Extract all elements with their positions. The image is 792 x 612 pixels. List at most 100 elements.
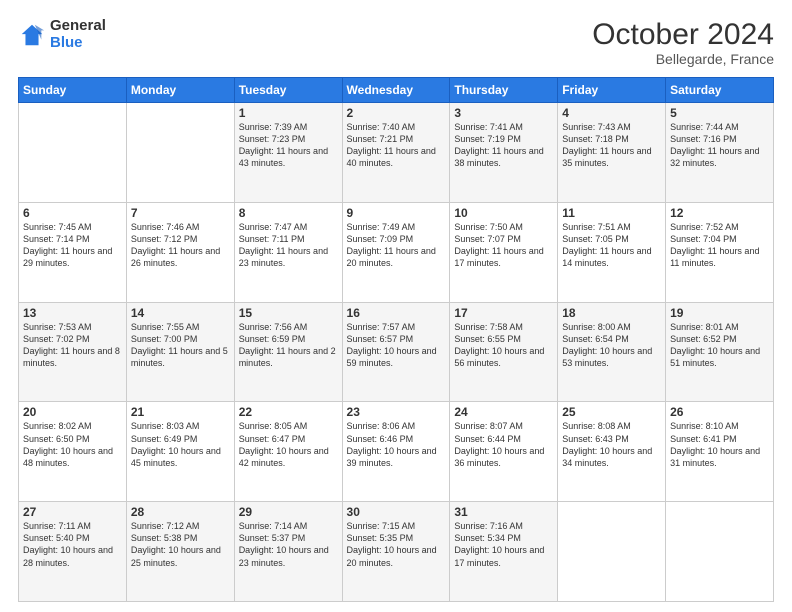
calendar-cell: [126, 103, 234, 203]
cell-content: Sunrise: 7:15 AMSunset: 5:35 PMDaylight:…: [347, 520, 446, 569]
weekday-header-monday: Monday: [126, 78, 234, 103]
calendar-cell: 6Sunrise: 7:45 AMSunset: 7:14 PMDaylight…: [19, 202, 127, 302]
cell-content: Sunrise: 7:57 AMSunset: 6:57 PMDaylight:…: [347, 321, 446, 370]
calendar-cell: 25Sunrise: 8:08 AMSunset: 6:43 PMDayligh…: [558, 402, 666, 502]
day-number: 14: [131, 306, 230, 320]
location: Bellegarde, France: [592, 51, 774, 67]
day-number: 9: [347, 206, 446, 220]
cell-content: Sunrise: 8:08 AMSunset: 6:43 PMDaylight:…: [562, 420, 661, 469]
day-number: 27: [23, 505, 122, 519]
cell-content: Sunrise: 8:10 AMSunset: 6:41 PMDaylight:…: [670, 420, 769, 469]
weekday-header-row: SundayMondayTuesdayWednesdayThursdayFrid…: [19, 78, 774, 103]
cell-content: Sunrise: 7:16 AMSunset: 5:34 PMDaylight:…: [454, 520, 553, 569]
day-number: 28: [131, 505, 230, 519]
calendar-cell: 18Sunrise: 8:00 AMSunset: 6:54 PMDayligh…: [558, 302, 666, 402]
calendar-cell: 26Sunrise: 8:10 AMSunset: 6:41 PMDayligh…: [666, 402, 774, 502]
day-number: 17: [454, 306, 553, 320]
calendar-body: 1Sunrise: 7:39 AMSunset: 7:23 PMDaylight…: [19, 103, 774, 602]
calendar-header: SundayMondayTuesdayWednesdayThursdayFrid…: [19, 78, 774, 103]
day-number: 19: [670, 306, 769, 320]
calendar-cell: 27Sunrise: 7:11 AMSunset: 5:40 PMDayligh…: [19, 502, 127, 602]
weekday-header-tuesday: Tuesday: [234, 78, 342, 103]
day-number: 12: [670, 206, 769, 220]
day-number: 29: [239, 505, 338, 519]
day-number: 10: [454, 206, 553, 220]
logo-icon: [18, 21, 46, 49]
cell-content: Sunrise: 8:03 AMSunset: 6:49 PMDaylight:…: [131, 420, 230, 469]
cell-content: Sunrise: 7:49 AMSunset: 7:09 PMDaylight:…: [347, 221, 446, 270]
day-number: 16: [347, 306, 446, 320]
calendar-cell: 11Sunrise: 7:51 AMSunset: 7:05 PMDayligh…: [558, 202, 666, 302]
calendar-cell: 8Sunrise: 7:47 AMSunset: 7:11 PMDaylight…: [234, 202, 342, 302]
cell-content: Sunrise: 7:12 AMSunset: 5:38 PMDaylight:…: [131, 520, 230, 569]
calendar-cell: 7Sunrise: 7:46 AMSunset: 7:12 PMDaylight…: [126, 202, 234, 302]
day-number: 31: [454, 505, 553, 519]
calendar-cell: 14Sunrise: 7:55 AMSunset: 7:00 PMDayligh…: [126, 302, 234, 402]
cell-content: Sunrise: 7:58 AMSunset: 6:55 PMDaylight:…: [454, 321, 553, 370]
day-number: 21: [131, 405, 230, 419]
logo-general-text: General: [50, 18, 106, 35]
calendar-cell: 4Sunrise: 7:43 AMSunset: 7:18 PMDaylight…: [558, 103, 666, 203]
day-number: 30: [347, 505, 446, 519]
cell-content: Sunrise: 7:43 AMSunset: 7:18 PMDaylight:…: [562, 121, 661, 170]
title-block: October 2024 Bellegarde, France: [592, 18, 774, 67]
cell-content: Sunrise: 7:41 AMSunset: 7:19 PMDaylight:…: [454, 121, 553, 170]
calendar-cell: 28Sunrise: 7:12 AMSunset: 5:38 PMDayligh…: [126, 502, 234, 602]
week-row-3: 13Sunrise: 7:53 AMSunset: 7:02 PMDayligh…: [19, 302, 774, 402]
day-number: 20: [23, 405, 122, 419]
day-number: 23: [347, 405, 446, 419]
cell-content: Sunrise: 8:00 AMSunset: 6:54 PMDaylight:…: [562, 321, 661, 370]
day-number: 5: [670, 106, 769, 120]
weekday-header-wednesday: Wednesday: [342, 78, 450, 103]
calendar-cell: 19Sunrise: 8:01 AMSunset: 6:52 PMDayligh…: [666, 302, 774, 402]
day-number: 4: [562, 106, 661, 120]
cell-content: Sunrise: 7:11 AMSunset: 5:40 PMDaylight:…: [23, 520, 122, 569]
calendar-cell: [558, 502, 666, 602]
calendar-cell: 16Sunrise: 7:57 AMSunset: 6:57 PMDayligh…: [342, 302, 450, 402]
cell-content: Sunrise: 8:05 AMSunset: 6:47 PMDaylight:…: [239, 420, 338, 469]
week-row-4: 20Sunrise: 8:02 AMSunset: 6:50 PMDayligh…: [19, 402, 774, 502]
calendar-cell: [19, 103, 127, 203]
page: General Blue October 2024 Bellegarde, Fr…: [0, 0, 792, 612]
calendar-cell: 1Sunrise: 7:39 AMSunset: 7:23 PMDaylight…: [234, 103, 342, 203]
day-number: 2: [347, 106, 446, 120]
cell-content: Sunrise: 7:14 AMSunset: 5:37 PMDaylight:…: [239, 520, 338, 569]
calendar-cell: 22Sunrise: 8:05 AMSunset: 6:47 PMDayligh…: [234, 402, 342, 502]
calendar-cell: 13Sunrise: 7:53 AMSunset: 7:02 PMDayligh…: [19, 302, 127, 402]
day-number: 13: [23, 306, 122, 320]
cell-content: Sunrise: 8:02 AMSunset: 6:50 PMDaylight:…: [23, 420, 122, 469]
day-number: 8: [239, 206, 338, 220]
week-row-2: 6Sunrise: 7:45 AMSunset: 7:14 PMDaylight…: [19, 202, 774, 302]
cell-content: Sunrise: 7:47 AMSunset: 7:11 PMDaylight:…: [239, 221, 338, 270]
cell-content: Sunrise: 7:53 AMSunset: 7:02 PMDaylight:…: [23, 321, 122, 370]
cell-content: Sunrise: 7:44 AMSunset: 7:16 PMDaylight:…: [670, 121, 769, 170]
calendar-cell: 20Sunrise: 8:02 AMSunset: 6:50 PMDayligh…: [19, 402, 127, 502]
cell-content: Sunrise: 7:56 AMSunset: 6:59 PMDaylight:…: [239, 321, 338, 370]
calendar-cell: 29Sunrise: 7:14 AMSunset: 5:37 PMDayligh…: [234, 502, 342, 602]
calendar-cell: [666, 502, 774, 602]
day-number: 22: [239, 405, 338, 419]
cell-content: Sunrise: 8:06 AMSunset: 6:46 PMDaylight:…: [347, 420, 446, 469]
calendar-cell: 24Sunrise: 8:07 AMSunset: 6:44 PMDayligh…: [450, 402, 558, 502]
cell-content: Sunrise: 8:01 AMSunset: 6:52 PMDaylight:…: [670, 321, 769, 370]
calendar-cell: 10Sunrise: 7:50 AMSunset: 7:07 PMDayligh…: [450, 202, 558, 302]
calendar-cell: 30Sunrise: 7:15 AMSunset: 5:35 PMDayligh…: [342, 502, 450, 602]
logo-text: General Blue: [50, 18, 106, 51]
cell-content: Sunrise: 7:55 AMSunset: 7:00 PMDaylight:…: [131, 321, 230, 370]
logo-blue-text: Blue: [50, 35, 106, 52]
cell-content: Sunrise: 7:51 AMSunset: 7:05 PMDaylight:…: [562, 221, 661, 270]
cell-content: Sunrise: 7:45 AMSunset: 7:14 PMDaylight:…: [23, 221, 122, 270]
week-row-5: 27Sunrise: 7:11 AMSunset: 5:40 PMDayligh…: [19, 502, 774, 602]
calendar-cell: 31Sunrise: 7:16 AMSunset: 5:34 PMDayligh…: [450, 502, 558, 602]
day-number: 7: [131, 206, 230, 220]
calendar-cell: 3Sunrise: 7:41 AMSunset: 7:19 PMDaylight…: [450, 103, 558, 203]
calendar-cell: 15Sunrise: 7:56 AMSunset: 6:59 PMDayligh…: [234, 302, 342, 402]
day-number: 18: [562, 306, 661, 320]
cell-content: Sunrise: 7:40 AMSunset: 7:21 PMDaylight:…: [347, 121, 446, 170]
calendar-cell: 17Sunrise: 7:58 AMSunset: 6:55 PMDayligh…: [450, 302, 558, 402]
logo: General Blue: [18, 18, 106, 51]
week-row-1: 1Sunrise: 7:39 AMSunset: 7:23 PMDaylight…: [19, 103, 774, 203]
month-title: October 2024: [592, 18, 774, 51]
cell-content: Sunrise: 7:50 AMSunset: 7:07 PMDaylight:…: [454, 221, 553, 270]
calendar-cell: 12Sunrise: 7:52 AMSunset: 7:04 PMDayligh…: [666, 202, 774, 302]
